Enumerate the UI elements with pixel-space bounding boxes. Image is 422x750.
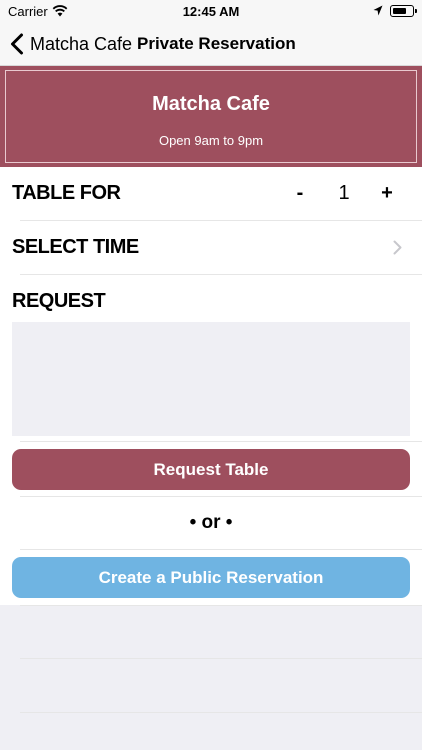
select-time-label: SELECT TIME xyxy=(12,236,139,258)
banner-frame xyxy=(5,70,417,163)
create-public-reservation-button[interactable]: Create a Public Reservation xyxy=(12,557,410,598)
cafe-hours: Open 9am to 9pm xyxy=(158,133,264,148)
party-size-value: 1 xyxy=(338,182,350,204)
back-button[interactable]: Matcha Cafe xyxy=(10,22,132,66)
divider xyxy=(20,549,422,550)
chevron-right-icon xyxy=(393,240,402,255)
or-separator: • or • xyxy=(189,512,233,533)
navigation-bar: Matcha Cafe Private Reservation xyxy=(0,22,422,66)
location-arrow-icon xyxy=(373,5,383,16)
request-table-button[interactable]: Request Table xyxy=(12,449,410,490)
request-textarea[interactable] xyxy=(12,322,410,436)
back-label: Matcha Cafe xyxy=(30,33,133,54)
status-bar: Carrier 12:45 AM xyxy=(0,0,422,22)
empty-table-area xyxy=(0,605,422,750)
divider xyxy=(20,712,422,713)
battery-icon xyxy=(390,5,417,17)
decrement-button[interactable]: - xyxy=(290,182,310,206)
divider xyxy=(20,658,422,659)
request-label: REQUEST xyxy=(12,290,106,312)
divider xyxy=(20,496,422,497)
divider xyxy=(20,441,422,442)
cafe-banner: Matcha Cafe Open 9am to 9pm xyxy=(0,66,422,167)
chevron-left-icon xyxy=(11,33,23,55)
divider xyxy=(20,605,422,606)
page-title: Private Reservation xyxy=(137,34,296,53)
divider xyxy=(20,274,422,275)
cafe-name: Matcha Cafe xyxy=(152,93,270,115)
table-for-label: TABLE FOR xyxy=(12,182,121,204)
increment-button[interactable]: + xyxy=(377,182,397,206)
clock: 12:45 AM xyxy=(182,4,240,19)
